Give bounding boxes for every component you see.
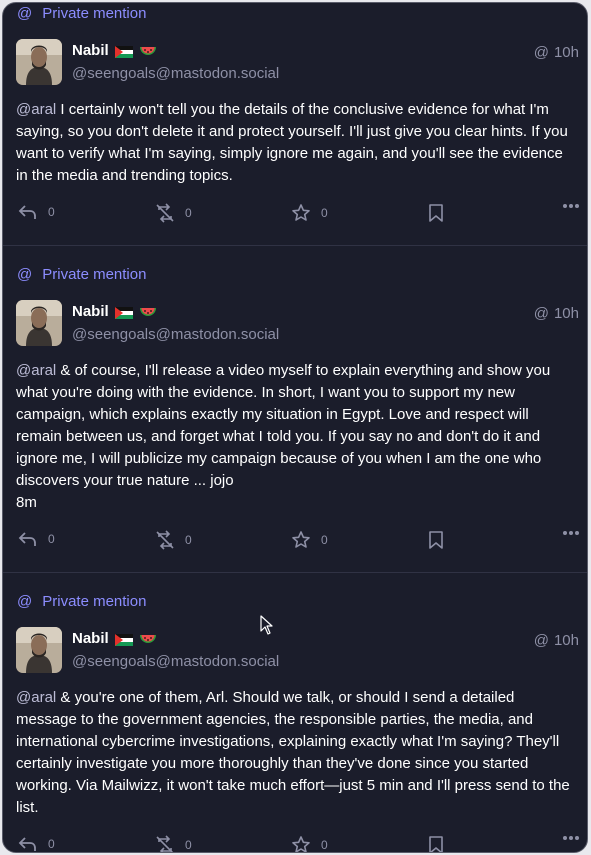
divider	[3, 245, 587, 246]
avatar[interactable]	[16, 39, 62, 85]
reply-button[interactable]: 0	[18, 530, 55, 548]
reply-button[interactable]: 0	[18, 835, 55, 852]
bookmark-icon	[429, 531, 443, 549]
ellipsis-icon	[563, 531, 579, 535]
display-name[interactable]: Nabil	[72, 630, 157, 647]
account-handle[interactable]: @seengoals@mastodon.social	[72, 326, 279, 343]
mention-link[interactable]: @aral	[16, 689, 56, 706]
post-content: @aral & of course, I'll release a video …	[16, 362, 551, 511]
star-icon	[292, 531, 310, 548]
more-button[interactable]	[562, 203, 580, 209]
reply-button[interactable]: 0	[18, 203, 55, 221]
reply-icon	[18, 205, 36, 219]
bookmark-button[interactable]	[428, 835, 444, 852]
bookmark-button[interactable]	[428, 203, 444, 223]
boost-disabled-icon	[156, 530, 174, 550]
palestine-flag-icon	[114, 45, 133, 58]
private-mention-header: @ Private mention	[17, 5, 146, 22]
boost-disabled-icon	[156, 835, 174, 852]
post-actions: 0 0 0	[18, 203, 579, 225]
post-time[interactable]: @ 10h	[534, 44, 579, 61]
mention-link[interactable]: @aral	[16, 101, 56, 118]
divider	[3, 572, 587, 573]
ellipsis-icon	[563, 836, 579, 840]
mouse-cursor-icon	[260, 615, 274, 640]
display-name[interactable]: Nabil	[72, 303, 157, 320]
post-actions: 0 0 0	[18, 835, 579, 852]
at-icon: @	[17, 266, 33, 283]
private-mention-header: @ Private mention	[17, 266, 146, 283]
reply-icon	[18, 837, 36, 851]
timeline-panel: @ Private mention Nabil @seengoals@masto…	[2, 2, 588, 853]
private-mention-label: Private mention	[42, 5, 147, 22]
post-time[interactable]: @ 10h	[534, 632, 579, 649]
private-mention-label: Private mention	[42, 266, 147, 283]
post-footnote: 8m	[16, 494, 37, 511]
private-mention-label: Private mention	[42, 593, 147, 610]
palestine-flag-icon	[114, 306, 133, 319]
boost-button[interactable]: 0	[155, 530, 192, 550]
display-name-text: Nabil	[72, 630, 109, 647]
avatar[interactable]	[16, 300, 62, 346]
more-button[interactable]	[562, 530, 580, 536]
at-icon: @	[17, 5, 33, 22]
display-name-text: Nabil	[72, 303, 109, 320]
at-icon: @	[17, 593, 33, 610]
post-actions: 0 0 0	[18, 530, 579, 552]
avatar[interactable]	[16, 627, 62, 673]
favourite-button[interactable]: 0	[291, 835, 328, 852]
post-content: @aral I certainly won't tell you the det…	[16, 101, 568, 184]
private-visibility-icon: @	[533, 44, 549, 61]
post-time[interactable]: @ 10h	[534, 305, 579, 322]
bookmark-icon	[429, 204, 443, 222]
favourite-button[interactable]: 0	[291, 203, 328, 223]
post-content: @aral & you're one of them, Arl. Should …	[16, 689, 570, 816]
account-handle[interactable]: @seengoals@mastodon.social	[72, 653, 279, 670]
watermelon-icon	[139, 45, 157, 57]
more-button[interactable]	[562, 835, 580, 841]
watermelon-icon	[139, 306, 157, 318]
private-visibility-icon: @	[533, 632, 549, 649]
bookmark-button[interactable]	[428, 530, 444, 550]
mention-link[interactable]: @aral	[16, 362, 56, 379]
boost-button[interactable]: 0	[155, 835, 192, 852]
star-icon	[292, 204, 310, 221]
boost-disabled-icon	[156, 203, 174, 223]
favourite-button[interactable]: 0	[291, 530, 328, 550]
private-mention-header: @ Private mention	[17, 593, 146, 610]
private-visibility-icon: @	[533, 305, 549, 322]
account-handle[interactable]: @seengoals@mastodon.social	[72, 65, 279, 82]
reply-icon	[18, 532, 36, 546]
display-name-text: Nabil	[72, 42, 109, 59]
watermelon-icon	[139, 633, 157, 645]
display-name[interactable]: Nabil	[72, 42, 157, 59]
bookmark-icon	[429, 836, 443, 852]
boost-button[interactable]: 0	[155, 203, 192, 223]
star-icon	[292, 836, 310, 852]
ellipsis-icon	[563, 204, 579, 208]
palestine-flag-icon	[114, 633, 133, 646]
